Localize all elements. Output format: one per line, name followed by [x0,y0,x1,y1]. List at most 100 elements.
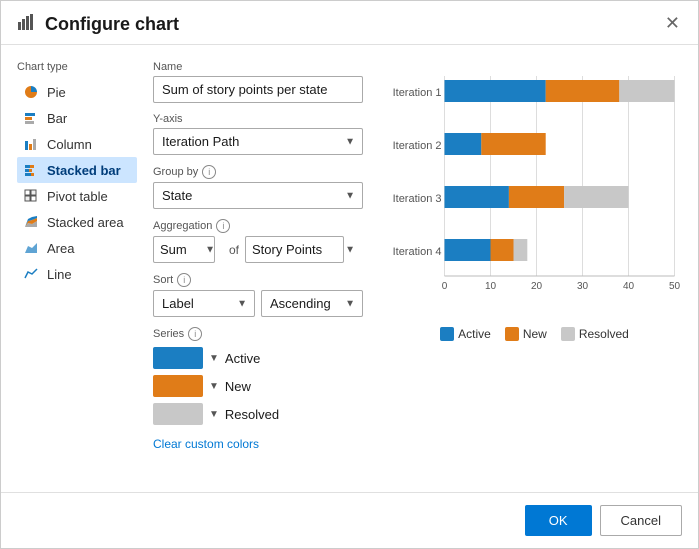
series-active-chevron[interactable]: ▼ [209,353,219,364]
close-button[interactable]: ✕ [659,11,686,36]
agg-of-text: of [229,243,239,257]
bar-iter1-resolved [619,80,674,102]
column-label: Column [47,137,92,152]
chart-type-pie[interactable]: Pie [17,79,137,105]
series-color-new[interactable] [153,375,203,397]
bar-label: Bar [47,111,67,126]
area-icon [23,240,39,256]
sort-by-select[interactable]: Label [153,290,255,317]
stacked-bar-icon [23,162,39,178]
y-label-iteration3: Iteration 3 [393,193,442,205]
yaxis-label: Y-axis [153,113,363,125]
pivot-label: Pivot table [47,189,108,204]
y-label-iteration4: Iteration 4 [393,246,442,258]
chart-preview-panel: Iteration 1 Iteration 2 Iteration 3 Iter… [379,61,682,451]
svg-text:0: 0 [442,281,448,292]
cancel-button[interactable]: Cancel [600,505,682,536]
groupby-select[interactable]: State [153,182,363,209]
groupby-select-wrapper: State ▼ [153,182,363,209]
svg-text:10: 10 [485,281,497,292]
svg-text:20: 20 [531,281,543,292]
series-item-active: ▼ Active [153,347,363,369]
column-chart-icon [23,136,39,152]
chart-type-pivot[interactable]: Pivot table [17,183,137,209]
bar-iter2-active [445,133,482,155]
svg-text:40: 40 [623,281,635,292]
chart-legend: Active New Resolved [387,327,682,341]
configure-chart-dialog: Configure chart ✕ Chart type Pie [0,0,699,549]
agg-field-chevron: ▼ [345,244,355,255]
series-item-new: ▼ New [153,375,363,397]
bar-iter3-new [509,186,564,208]
y-label-iteration1: Iteration 1 [393,87,442,99]
aggregation-label: Aggregation i [153,219,363,233]
clear-colors-link[interactable]: Clear custom colors [153,437,259,451]
agg-func-select[interactable]: Sum Count Avg [153,236,215,263]
sort-dir-wrapper: Ascending Descending ▼ [261,290,363,317]
bar-iter3-active [445,186,509,208]
chart-type-stacked-area[interactable]: Stacked area [17,209,137,235]
y-label-iteration2: Iteration 2 [393,140,442,152]
stacked-area-label: Stacked area [47,215,124,230]
legend-active: Active [440,327,491,341]
series-active-name: Active [225,351,260,366]
fields-panel: Name Y-axis Iteration Path ▼ Group by i … [153,61,363,451]
bar-iter4-new [491,239,514,261]
chart-svg: Iteration 1 Iteration 2 Iteration 3 Iter… [387,61,682,321]
legend-new-label: New [523,327,547,341]
agg-field-wrapper: Story Points ▼ [245,236,363,263]
yaxis-select-wrapper: Iteration Path ▼ [153,128,363,155]
groupby-info-icon[interactable]: i [202,165,216,179]
sort-row: Label ▼ Ascending Descending ▼ [153,290,363,317]
pivot-icon [23,188,39,204]
pie-chart-icon [23,84,39,100]
svg-text:30: 30 [577,281,589,292]
dialog-footer: OK Cancel [1,492,698,548]
area-label: Area [47,241,74,256]
ok-button[interactable]: OK [525,505,592,536]
series-new-name: New [225,379,251,394]
chart-type-list: Pie Bar [17,79,137,287]
stacked-area-icon [23,214,39,230]
pie-label: Pie [47,85,66,100]
sort-label: Sort i [153,273,363,287]
bar-iter1-new [546,80,620,102]
chart-area: Iteration 1 Iteration 2 Iteration 3 Iter… [387,61,682,321]
chart-type-bar[interactable]: Bar [17,105,137,131]
legend-color-new [505,327,519,341]
groupby-label: Group by i [153,165,363,179]
legend-active-label: Active [458,327,491,341]
line-icon [23,266,39,282]
series-color-active[interactable] [153,347,203,369]
name-label: Name [153,61,363,73]
bar-iter4-active [445,239,491,261]
bar-iter3-resolved [564,186,628,208]
bar-iter4-resolved [514,239,528,261]
sort-dir-select[interactable]: Ascending Descending [261,290,363,317]
chart-type-area[interactable]: Area [17,235,137,261]
series-item-resolved: ▼ Resolved [153,403,363,425]
legend-color-active [440,327,454,341]
legend-color-resolved [561,327,575,341]
stacked-bar-label: Stacked bar [47,163,121,178]
series-label: Series i [153,327,363,341]
sort-info-icon[interactable]: i [177,273,191,287]
series-resolved-chevron[interactable]: ▼ [209,409,219,420]
yaxis-select[interactable]: Iteration Path [153,128,363,155]
series-color-resolved[interactable] [153,403,203,425]
chart-type-column[interactable]: Column [17,131,137,157]
aggregation-row: Sum Count Avg ▼ of Story Points ▼ [153,236,363,263]
bar-iter2-new [481,133,545,155]
chart-type-line[interactable]: Line [17,261,137,287]
series-new-chevron[interactable]: ▼ [209,381,219,392]
agg-func-wrapper: Sum Count Avg ▼ [153,236,223,263]
chart-type-stacked-bar[interactable]: Stacked bar [17,157,137,183]
dialog-titlebar: Configure chart ✕ [1,1,698,45]
line-label: Line [47,267,72,282]
bar-chart-icon [23,110,39,126]
name-input[interactable] [153,76,363,103]
chart-icon [17,13,35,36]
aggregation-info-icon[interactable]: i [216,219,230,233]
agg-field-select[interactable]: Story Points [245,236,344,263]
series-info-icon[interactable]: i [188,327,202,341]
